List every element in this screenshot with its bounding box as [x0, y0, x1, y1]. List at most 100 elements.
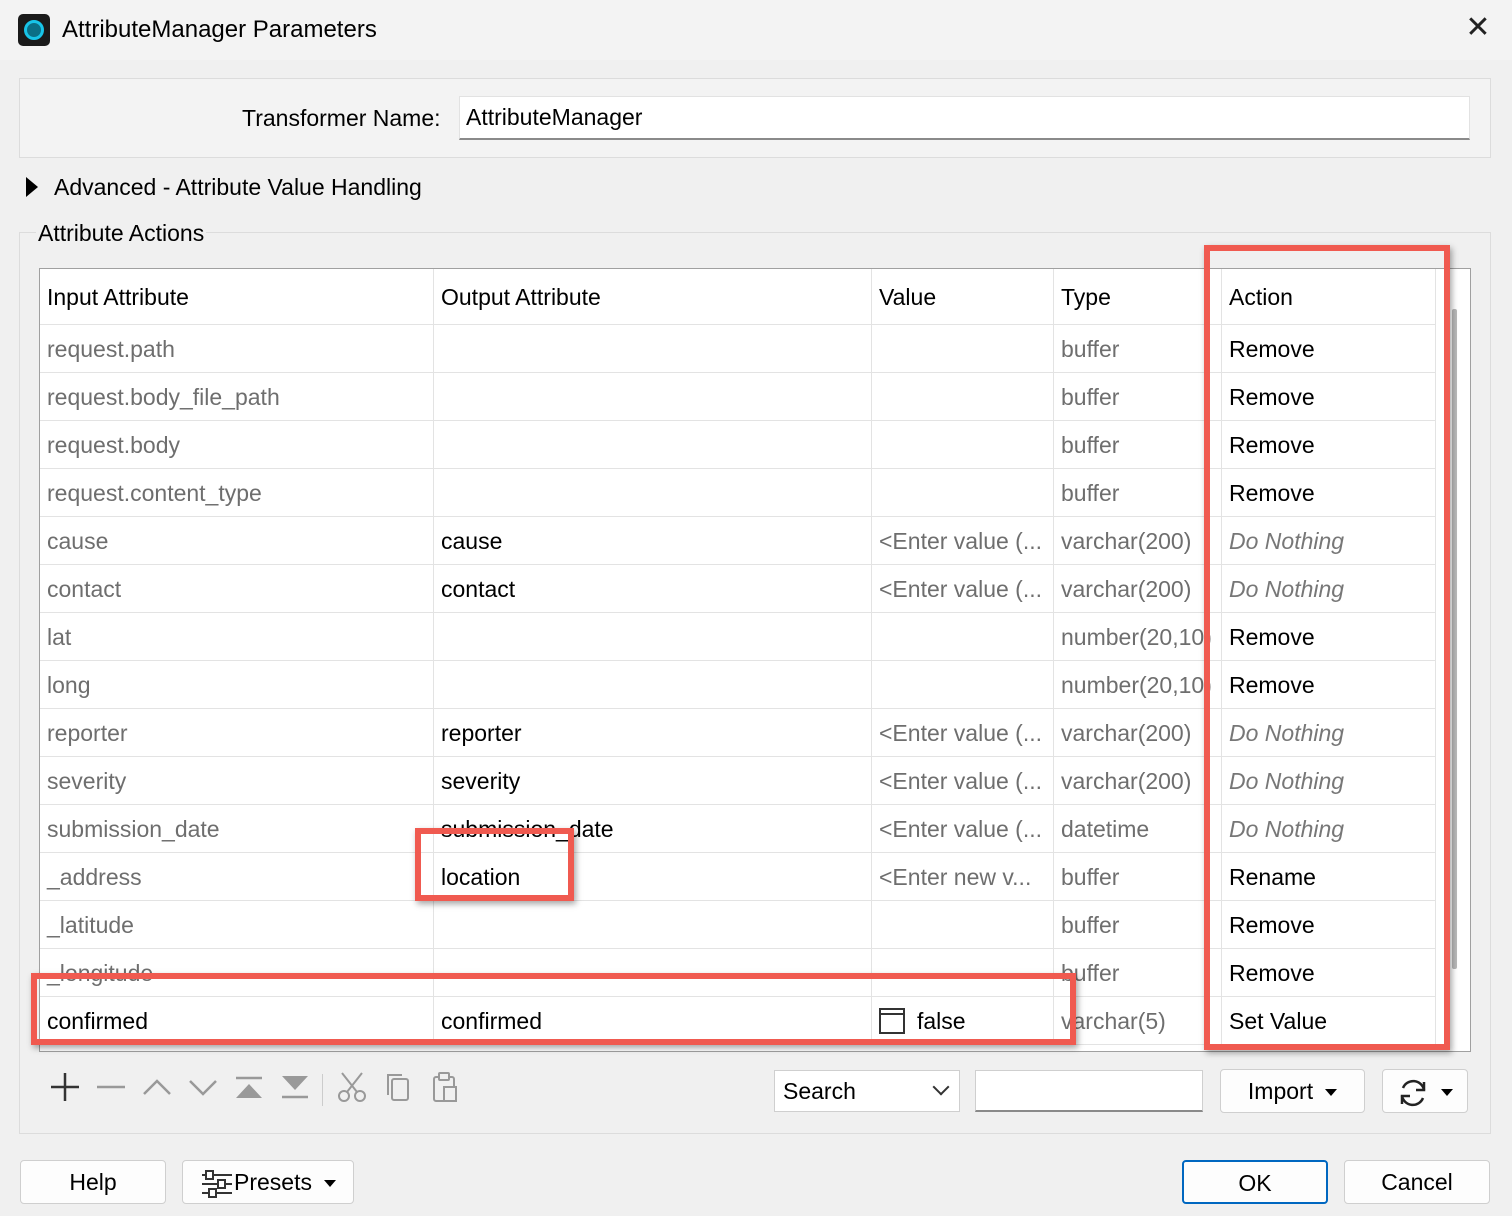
- input-attribute-cell[interactable]: _address: [40, 853, 434, 900]
- move-down-icon[interactable]: [183, 1070, 223, 1110]
- value-type-toggle-icon[interactable]: [879, 1007, 905, 1034]
- action-cell[interactable]: Remove: [1222, 949, 1436, 996]
- column-header-type[interactable]: Type: [1054, 269, 1222, 324]
- table-row[interactable]: reporter reporter <Enter value (... varc…: [40, 709, 1436, 757]
- type-cell[interactable]: buffer: [1054, 853, 1222, 900]
- table-scrollbar[interactable]: [1452, 309, 1457, 969]
- output-attribute-cell[interactable]: [434, 949, 872, 996]
- close-icon[interactable]: ✕: [1462, 12, 1494, 44]
- type-cell[interactable]: buffer: [1054, 421, 1222, 468]
- action-cell[interactable]: Remove: [1222, 901, 1436, 948]
- value-cell[interactable]: [872, 901, 1054, 948]
- output-attribute-cell[interactable]: location: [434, 853, 872, 900]
- type-cell[interactable]: varchar(5): [1054, 997, 1222, 1044]
- cancel-button[interactable]: Cancel: [1344, 1160, 1490, 1204]
- transformer-name-input[interactable]: [459, 96, 1470, 140]
- type-cell[interactable]: buffer: [1054, 469, 1222, 516]
- type-cell[interactable]: varchar(200): [1054, 709, 1222, 756]
- move-bottom-icon[interactable]: [275, 1070, 315, 1110]
- input-attribute-cell[interactable]: lat: [40, 613, 434, 660]
- output-attribute-cell[interactable]: contact: [434, 565, 872, 612]
- table-row[interactable]: _longitude buffer Remove: [40, 949, 1436, 997]
- table-row[interactable]: contact contact <Enter value (... varcha…: [40, 565, 1436, 613]
- table-row[interactable]: submission_date submission_date <Enter v…: [40, 805, 1436, 853]
- column-header-output[interactable]: Output Attribute: [434, 269, 872, 324]
- action-cell[interactable]: Remove: [1222, 421, 1436, 468]
- add-icon[interactable]: [45, 1070, 85, 1110]
- table-row[interactable]: request.path buffer Remove: [40, 325, 1436, 373]
- type-cell[interactable]: varchar(200): [1054, 757, 1222, 804]
- action-cell[interactable]: Remove: [1222, 325, 1436, 372]
- input-attribute-cell[interactable]: severity: [40, 757, 434, 804]
- value-cell[interactable]: <Enter value (...: [872, 805, 1054, 852]
- output-attribute-cell[interactable]: cause: [434, 517, 872, 564]
- action-cell[interactable]: Remove: [1222, 373, 1436, 420]
- output-attribute-cell[interactable]: [434, 421, 872, 468]
- input-attribute-cell[interactable]: request.body: [40, 421, 434, 468]
- value-cell[interactable]: [872, 373, 1054, 420]
- column-header-action[interactable]: Action: [1222, 269, 1436, 324]
- action-cell[interactable]: Do Nothing: [1222, 757, 1436, 804]
- type-cell[interactable]: datetime: [1054, 805, 1222, 852]
- output-attribute-cell[interactable]: confirmed: [434, 997, 872, 1044]
- value-cell[interactable]: [872, 325, 1054, 372]
- type-cell[interactable]: buffer: [1054, 901, 1222, 948]
- input-attribute-cell[interactable]: contact: [40, 565, 434, 612]
- ok-button[interactable]: OK: [1182, 1160, 1328, 1204]
- action-cell[interactable]: Do Nothing: [1222, 709, 1436, 756]
- table-row[interactable]: request.body_file_path buffer Remove: [40, 373, 1436, 421]
- type-cell[interactable]: number(20,10): [1054, 661, 1222, 708]
- search-mode-dropdown[interactable]: Search: [774, 1070, 960, 1112]
- advanced-section-toggle[interactable]: Advanced - Attribute Value Handling: [26, 174, 422, 201]
- input-attribute-cell[interactable]: reporter: [40, 709, 434, 756]
- table-row[interactable]: request.body buffer Remove: [40, 421, 1436, 469]
- type-cell[interactable]: varchar(200): [1054, 517, 1222, 564]
- table-row[interactable]: _latitude buffer Remove: [40, 901, 1436, 949]
- output-attribute-cell[interactable]: submission_date: [434, 805, 872, 852]
- action-cell[interactable]: Remove: [1222, 469, 1436, 516]
- help-button[interactable]: Help: [20, 1160, 166, 1204]
- output-attribute-cell[interactable]: [434, 325, 872, 372]
- table-row[interactable]: _address location <Enter new v... buffer…: [40, 853, 1436, 901]
- presets-button[interactable]: Presets: [182, 1160, 354, 1204]
- type-cell[interactable]: number(20,10): [1054, 613, 1222, 660]
- input-attribute-cell[interactable]: confirmed: [40, 997, 434, 1044]
- input-attribute-cell[interactable]: cause: [40, 517, 434, 564]
- table-row[interactable]: confirmed confirmed false varchar(5) Set…: [40, 997, 1436, 1045]
- move-top-icon[interactable]: [229, 1070, 269, 1110]
- remove-icon[interactable]: [91, 1070, 131, 1110]
- output-attribute-cell[interactable]: [434, 613, 872, 660]
- output-attribute-cell[interactable]: reporter: [434, 709, 872, 756]
- action-cell[interactable]: Do Nothing: [1222, 805, 1436, 852]
- value-cell[interactable]: [872, 949, 1054, 996]
- column-header-input[interactable]: Input Attribute: [40, 269, 434, 324]
- import-button[interactable]: Import: [1220, 1069, 1365, 1113]
- table-row[interactable]: cause cause <Enter value (... varchar(20…: [40, 517, 1436, 565]
- input-attribute-cell[interactable]: long: [40, 661, 434, 708]
- input-attribute-cell[interactable]: submission_date: [40, 805, 434, 852]
- table-row[interactable]: severity severity <Enter value (... varc…: [40, 757, 1436, 805]
- value-cell[interactable]: <Enter value (...: [872, 709, 1054, 756]
- table-row[interactable]: request.content_type buffer Remove: [40, 469, 1436, 517]
- action-cell[interactable]: Remove: [1222, 613, 1436, 660]
- output-attribute-cell[interactable]: severity: [434, 757, 872, 804]
- value-cell[interactable]: [872, 469, 1054, 516]
- search-input[interactable]: [975, 1070, 1203, 1112]
- value-cell[interactable]: <Enter value (...: [872, 757, 1054, 804]
- action-cell[interactable]: Rename: [1222, 853, 1436, 900]
- output-attribute-cell[interactable]: [434, 373, 872, 420]
- input-attribute-cell[interactable]: _latitude: [40, 901, 434, 948]
- output-attribute-cell[interactable]: [434, 469, 872, 516]
- input-attribute-cell[interactable]: request.content_type: [40, 469, 434, 516]
- input-attribute-cell[interactable]: request.body_file_path: [40, 373, 434, 420]
- type-cell[interactable]: buffer: [1054, 325, 1222, 372]
- type-cell[interactable]: buffer: [1054, 949, 1222, 996]
- type-cell[interactable]: buffer: [1054, 373, 1222, 420]
- refresh-button[interactable]: [1382, 1069, 1468, 1113]
- action-cell[interactable]: Remove: [1222, 661, 1436, 708]
- value-cell[interactable]: <Enter value (...: [872, 565, 1054, 612]
- action-cell[interactable]: Do Nothing: [1222, 565, 1436, 612]
- value-cell[interactable]: [872, 421, 1054, 468]
- table-row[interactable]: long number(20,10) Remove: [40, 661, 1436, 709]
- value-cell[interactable]: false: [872, 997, 1054, 1044]
